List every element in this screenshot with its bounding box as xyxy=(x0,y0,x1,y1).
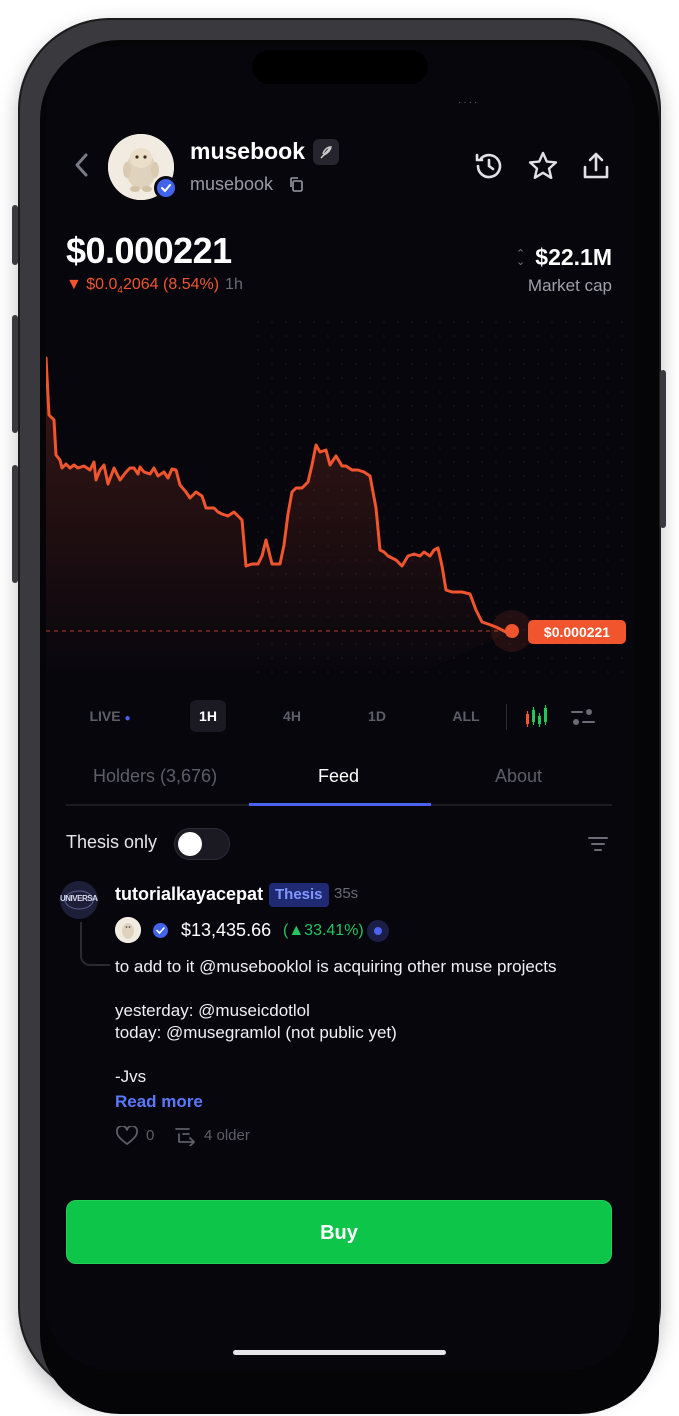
star-icon xyxy=(528,151,558,179)
post-line xyxy=(115,1044,625,1066)
history-icon xyxy=(475,153,502,179)
filter-button[interactable] xyxy=(586,834,610,854)
timeframe-selector: LIVE ● 1H 4H 1D ALL xyxy=(66,700,612,734)
price-tag: $0.000221 xyxy=(528,620,626,644)
thread-icon xyxy=(175,1128,195,1147)
like-button[interactable] xyxy=(116,1125,138,1146)
read-more-link[interactable]: Read more xyxy=(115,1092,203,1112)
active-tab-indicator xyxy=(249,803,431,806)
verified-badge xyxy=(154,176,178,200)
price-change: ▼ $0.042064 (8.54%) 1h xyxy=(66,276,243,296)
tab-about[interactable]: About xyxy=(495,766,542,787)
price-change-prefix: ▼ $0.0 xyxy=(66,276,118,293)
holding-pct: (▲33.41%) xyxy=(283,922,364,939)
thread-connector xyxy=(80,922,110,966)
back-button[interactable] xyxy=(74,152,94,182)
check-icon xyxy=(161,184,171,193)
mascot-icon xyxy=(115,917,141,943)
token-name: musebook xyxy=(190,138,306,164)
volume-up-button xyxy=(12,315,18,433)
post-line: yesterday: @museicdotlol xyxy=(115,1001,310,1020)
like-count: 0 xyxy=(146,1127,155,1144)
thesis-badge: Thesis xyxy=(269,883,329,907)
copy-icon xyxy=(290,177,303,192)
sort-icon[interactable]: ⌃ ⌄ xyxy=(516,249,525,268)
post-author-avatar[interactable]: UNIVERSAL xyxy=(60,881,98,919)
post-body: to add to it @musebooklol is acquiring o… xyxy=(115,956,625,1088)
history-button[interactable] xyxy=(473,150,505,182)
tf-divider xyxy=(506,704,507,730)
token-handle: musebook xyxy=(190,174,274,194)
chart-settings-button[interactable] xyxy=(570,704,596,730)
tf-4h[interactable]: 4H xyxy=(274,700,310,732)
tf-1d[interactable]: 1D xyxy=(359,700,395,732)
holding-token-avatar xyxy=(115,917,141,943)
volume-down-button xyxy=(12,465,18,583)
post-time: 35s xyxy=(334,885,359,902)
chart-type-button[interactable] xyxy=(524,704,550,730)
filter-icon xyxy=(588,837,608,851)
current-price-dot xyxy=(505,624,519,638)
toggle-knob xyxy=(178,832,202,856)
back-icon xyxy=(75,153,88,177)
post-line: -Jvs xyxy=(115,1067,147,1086)
post-author[interactable]: tutorialkayacepat xyxy=(115,884,263,905)
power-button xyxy=(660,370,666,528)
tf-1h[interactable]: 1H xyxy=(190,700,226,732)
action-button xyxy=(12,205,18,265)
status-dots: ···· xyxy=(458,97,480,108)
tab-feed[interactable]: Feed xyxy=(318,766,359,787)
post-line: to add to it @musebooklol is acquiring o… xyxy=(115,957,557,976)
current-price: $0.000221 xyxy=(66,230,232,271)
older-posts-button[interactable] xyxy=(174,1126,196,1147)
copy-button[interactable] xyxy=(288,176,304,192)
candles-icon xyxy=(526,705,547,727)
heart-icon xyxy=(116,1125,138,1145)
market-cap-value[interactable]: $22.1M xyxy=(535,244,612,271)
dynamic-island xyxy=(252,50,428,84)
tf-live[interactable]: LIVE ● xyxy=(80,700,140,732)
favorite-button[interactable] xyxy=(527,150,559,182)
post-line: today: @musegramlol (not public yet) xyxy=(115,1023,397,1042)
older-posts-text[interactable]: 4 older xyxy=(204,1127,250,1144)
home-indicator[interactable] xyxy=(233,1350,446,1355)
price-change-timeframe: 1h xyxy=(225,276,243,293)
share-icon xyxy=(583,152,609,179)
market-cap-label: Market cap xyxy=(527,276,612,295)
live-dot-icon: ● xyxy=(124,713,131,724)
feather-icon xyxy=(320,146,332,159)
settings-icon xyxy=(571,709,595,725)
thesis-only-label: Thesis only xyxy=(66,832,158,852)
thesis-only-toggle[interactable] xyxy=(174,828,230,860)
tf-all[interactable]: ALL xyxy=(446,700,486,732)
post-line xyxy=(115,978,625,1000)
buy-button[interactable]: Buy xyxy=(66,1200,612,1264)
creator-button[interactable] xyxy=(313,139,339,165)
dot-badge xyxy=(367,920,389,942)
holding-verified-icon xyxy=(153,923,168,938)
tab-holders[interactable]: Holders (3,676) xyxy=(93,766,217,787)
tf-live-label: LIVE xyxy=(89,708,121,724)
post-avatar-text: UNIVERSAL xyxy=(60,894,98,903)
price-change-suffix: 2064 (8.54%) xyxy=(122,276,220,293)
holding-value: $13,435.66 xyxy=(181,920,272,940)
share-button[interactable] xyxy=(580,150,612,182)
